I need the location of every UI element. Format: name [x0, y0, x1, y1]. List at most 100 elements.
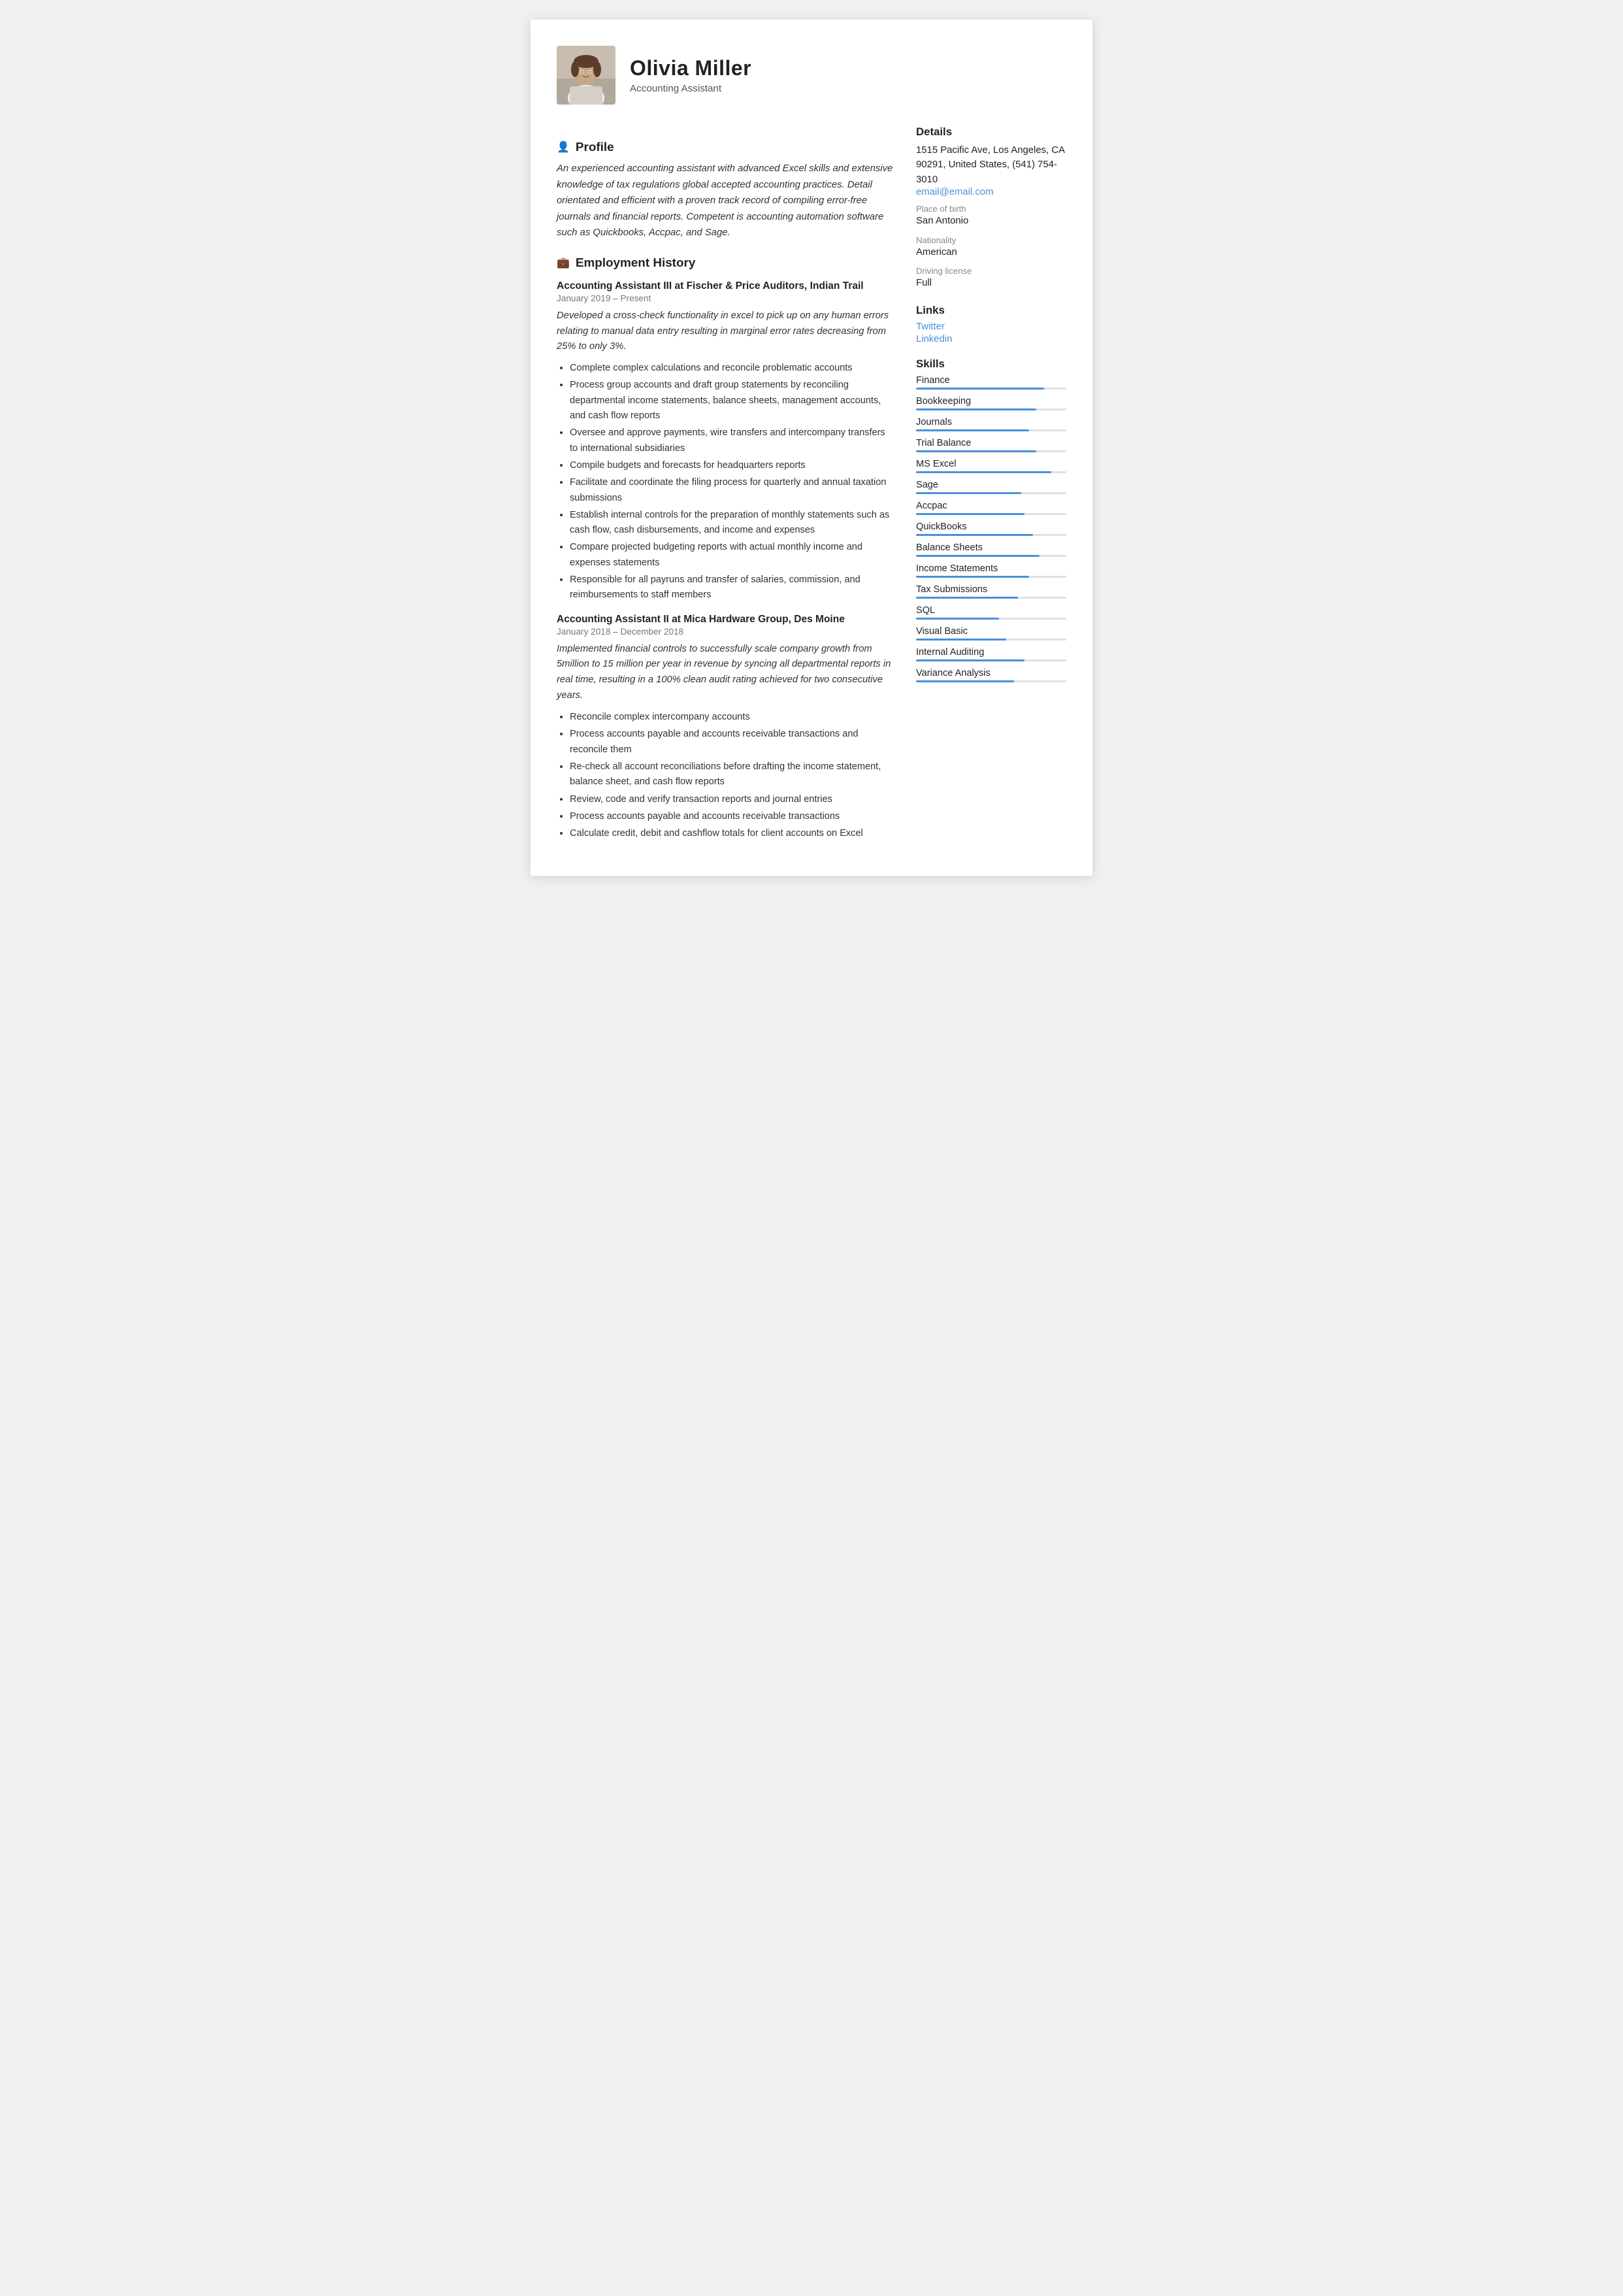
- job-2: Accounting Assistant II at Mica Hardware…: [557, 614, 895, 842]
- skill-income-statements-name: Income Statements: [916, 563, 1066, 574]
- skill-internal-auditing-bar-bg: [916, 659, 1066, 661]
- skill-quickbooks-bar-fill: [916, 534, 1033, 536]
- employment-section-title: 💼 Employment History: [557, 256, 895, 270]
- email-link[interactable]: email@email.com: [916, 187, 1066, 197]
- details-section-title: Details: [916, 125, 1066, 139]
- skill-sage-bar-bg: [916, 492, 1066, 494]
- skill-visual-basic-bar-bg: [916, 639, 1066, 641]
- candidate-job-title: Accounting Assistant: [630, 83, 751, 94]
- skill-bookkeeping-name: Bookkeeping: [916, 396, 1066, 407]
- skill-journals: Journals: [916, 417, 1066, 431]
- skill-variance-analysis-name: Variance Analysis: [916, 668, 1066, 678]
- skills-section-title: Skills: [916, 358, 1066, 371]
- list-item: Reconcile complex intercompany accounts: [570, 710, 895, 725]
- skill-accpac-bar-fill: [916, 513, 1025, 515]
- skill-accpac: Accpac: [916, 501, 1066, 515]
- skill-quickbooks: QuickBooks: [916, 522, 1066, 536]
- skill-trial-balance-name: Trial Balance: [916, 438, 1066, 448]
- skill-journals-name: Journals: [916, 417, 1066, 427]
- skill-bookkeeping-bar-fill: [916, 408, 1036, 410]
- skill-sql: SQL: [916, 605, 1066, 620]
- list-item: Process group accounts and draft group s…: [570, 378, 895, 424]
- candidate-name: Olivia Miller: [630, 56, 751, 80]
- job-1: Accounting Assistant III at Fischer & Pr…: [557, 280, 895, 603]
- skill-variance-analysis-bar-bg: [916, 680, 1066, 682]
- skill-finance-name: Finance: [916, 375, 1066, 386]
- skill-visual-basic: Visual Basic: [916, 626, 1066, 641]
- skill-finance-bar-bg: [916, 388, 1066, 390]
- skill-tax-submissions: Tax Submissions: [916, 584, 1066, 599]
- skill-bookkeeping-bar-bg: [916, 408, 1066, 410]
- list-item: Establish internal controls for the prep…: [570, 508, 895, 539]
- list-item: Review, code and verify transaction repo…: [570, 792, 895, 807]
- resume-container: Olivia Miller Accounting Assistant 👤 Pro…: [531, 20, 1092, 876]
- nationality-label: Nationality: [916, 235, 1066, 245]
- profile-icon: 👤: [557, 141, 570, 154]
- avatar: [557, 46, 615, 105]
- list-item: Calculate credit, debit and cashflow tot…: [570, 826, 895, 841]
- skill-accpac-name: Accpac: [916, 501, 1066, 511]
- skill-ms-excel-bar-fill: [916, 471, 1051, 473]
- skill-balance-sheets-bar-bg: [916, 555, 1066, 557]
- job-2-dates: January 2018 – December 2018: [557, 627, 895, 637]
- profile-text: An experienced accounting assistant with…: [557, 161, 895, 241]
- list-item: Process accounts payable and accounts re…: [570, 727, 895, 757]
- place-of-birth-value: San Antonio: [916, 214, 1066, 229]
- skill-trial-balance-bar-bg: [916, 450, 1066, 452]
- skill-tax-submissions-name: Tax Submissions: [916, 584, 1066, 595]
- list-item: Complete complex calculations and reconc…: [570, 361, 895, 376]
- skill-sql-bar-bg: [916, 618, 1066, 620]
- skill-income-statements-bar-fill: [916, 576, 1029, 578]
- skill-visual-basic-bar-fill: [916, 639, 1006, 641]
- twitter-link[interactable]: Twitter: [916, 322, 1066, 332]
- place-of-birth-label: Place of birth: [916, 204, 1066, 214]
- list-item: Re-check all account reconciliations bef…: [570, 759, 895, 790]
- profile-section-title: 👤 Profile: [557, 140, 895, 154]
- skill-trial-balance: Trial Balance: [916, 438, 1066, 452]
- skill-ms-excel-name: MS Excel: [916, 459, 1066, 469]
- nationality-value: American: [916, 246, 1066, 260]
- skill-ms-excel-bar-bg: [916, 471, 1066, 473]
- job-1-dates: January 2019 – Present: [557, 293, 895, 303]
- skill-internal-auditing-bar-fill: [916, 659, 1025, 661]
- skill-internal-auditing-name: Internal Auditing: [916, 647, 1066, 657]
- skill-journals-bar-fill: [916, 429, 1029, 431]
- skill-internal-auditing: Internal Auditing: [916, 647, 1066, 661]
- skill-balance-sheets: Balance Sheets: [916, 542, 1066, 557]
- skill-variance-analysis: Variance Analysis: [916, 668, 1066, 682]
- skill-balance-sheets-bar-fill: [916, 555, 1040, 557]
- right-column: Details 1515 Pacific Ave, Los Angeles, C…: [916, 125, 1066, 843]
- job-2-bullets: Reconcile complex intercompany accounts …: [557, 710, 895, 841]
- left-column: 👤 Profile An experienced accounting assi…: [557, 125, 895, 843]
- job-1-title: Accounting Assistant III at Fischer & Pr…: [557, 280, 895, 292]
- list-item: Process accounts payable and accounts re…: [570, 809, 895, 824]
- job-2-title: Accounting Assistant II at Mica Hardware…: [557, 614, 895, 625]
- skill-balance-sheets-name: Balance Sheets: [916, 542, 1066, 553]
- job-1-bullets: Complete complex calculations and reconc…: [557, 361, 895, 603]
- skill-income-statements-bar-bg: [916, 576, 1066, 578]
- employment-icon: 💼: [557, 256, 570, 269]
- skill-finance-bar-fill: [916, 388, 1044, 390]
- skill-income-statements: Income Statements: [916, 563, 1066, 578]
- skill-sage-name: Sage: [916, 480, 1066, 490]
- resume-header: Olivia Miller Accounting Assistant: [557, 46, 1066, 105]
- skill-trial-balance-bar-fill: [916, 450, 1036, 452]
- list-item: Responsible for all payruns and transfer…: [570, 573, 895, 603]
- skill-finance: Finance: [916, 375, 1066, 390]
- skill-journals-bar-bg: [916, 429, 1066, 431]
- list-item: Compile budgets and forecasts for headqu…: [570, 458, 895, 473]
- skill-sage: Sage: [916, 480, 1066, 494]
- driving-license-label: Driving license: [916, 266, 1066, 276]
- resume-body: 👤 Profile An experienced accounting assi…: [557, 125, 1066, 843]
- skill-sage-bar-fill: [916, 492, 1021, 494]
- skill-quickbooks-name: QuickBooks: [916, 522, 1066, 532]
- linkedin-link[interactable]: Linkedin: [916, 334, 1066, 344]
- skill-bookkeeping: Bookkeeping: [916, 396, 1066, 410]
- skill-tax-submissions-bar-fill: [916, 597, 1018, 599]
- skill-tax-submissions-bar-bg: [916, 597, 1066, 599]
- skill-accpac-bar-bg: [916, 513, 1066, 515]
- list-item: Oversee and approve payments, wire trans…: [570, 425, 895, 456]
- driving-license-value: Full: [916, 276, 1066, 291]
- skill-sql-bar-fill: [916, 618, 999, 620]
- job-1-summary: Developed a cross-check functionality in…: [557, 308, 895, 356]
